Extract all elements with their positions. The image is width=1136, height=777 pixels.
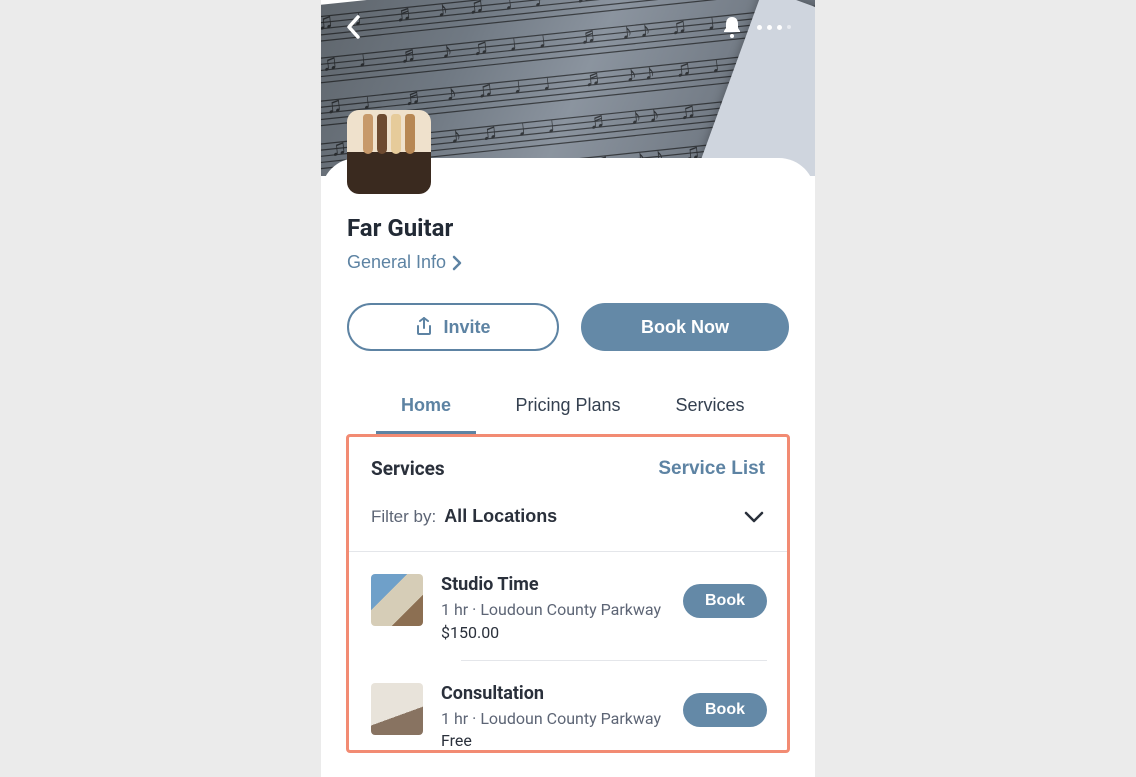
service-meta: 1 hr · Loudoun County Parkway — [441, 599, 665, 621]
book-now-label: Book Now — [641, 317, 729, 338]
service-price: Free — [441, 731, 665, 750]
book-button[interactable]: Book — [683, 693, 767, 727]
tab-home[interactable]: Home — [355, 381, 497, 434]
profile-card: Far Guitar General Info Invite Book Now — [321, 158, 815, 753]
invite-label: Invite — [443, 317, 490, 338]
tab-bar: Home Pricing Plans Services — [347, 381, 789, 434]
back-chevron-icon — [345, 14, 363, 40]
service-price: $150.00 — [441, 623, 665, 642]
header-actions — [721, 15, 791, 39]
service-meta: 1 hr · Loudoun County Parkway — [441, 708, 665, 730]
notifications-button[interactable] — [721, 15, 743, 39]
service-list-link[interactable]: Service List — [658, 458, 765, 480]
tab-pricing-plans[interactable]: Pricing Plans — [497, 381, 639, 434]
profile-title: Far Guitar — [347, 214, 789, 242]
service-name: Consultation — [441, 683, 665, 704]
service-item-studio-time[interactable]: Studio Time 1 hr · Loudoun County Parkwa… — [349, 552, 787, 642]
back-button[interactable] — [345, 14, 363, 40]
service-thumbnail — [371, 683, 423, 735]
book-now-button[interactable]: Book Now — [581, 303, 789, 351]
invite-button[interactable]: Invite — [347, 303, 559, 351]
general-info-link[interactable]: General Info — [347, 252, 462, 273]
tab-label: Services — [675, 395, 744, 415]
bell-icon — [721, 15, 743, 39]
avatar-image — [347, 110, 431, 154]
services-panel: Services Service List Filter by: All Loc… — [346, 434, 790, 753]
profile-avatar[interactable] — [347, 110, 431, 194]
tab-label: Pricing Plans — [515, 395, 620, 415]
service-item-consultation[interactable]: Consultation 1 hr · Loudoun County Parkw… — [349, 661, 787, 751]
service-thumbnail — [371, 574, 423, 626]
app-viewport: Far Guitar General Info Invite Book Now — [321, 0, 815, 777]
chevron-down-icon — [743, 510, 765, 524]
chevron-right-icon — [452, 255, 462, 271]
filter-value: All Locations — [444, 506, 735, 527]
filter-label: Filter by: — [371, 507, 436, 527]
share-icon — [415, 317, 433, 337]
services-heading: Services — [371, 457, 445, 480]
more-dots-icon — [757, 25, 791, 30]
filter-dropdown[interactable]: Filter by: All Locations — [349, 480, 787, 551]
service-info: Studio Time 1 hr · Loudoun County Parkwa… — [441, 574, 665, 642]
general-info-label: General Info — [347, 252, 446, 273]
more-menu-button[interactable] — [757, 25, 791, 30]
book-button[interactable]: Book — [683, 584, 767, 618]
tab-label: Home — [401, 395, 451, 415]
tab-services[interactable]: Services — [639, 381, 781, 434]
service-info: Consultation 1 hr · Loudoun County Parkw… — [441, 683, 665, 751]
service-name: Studio Time — [441, 574, 665, 595]
